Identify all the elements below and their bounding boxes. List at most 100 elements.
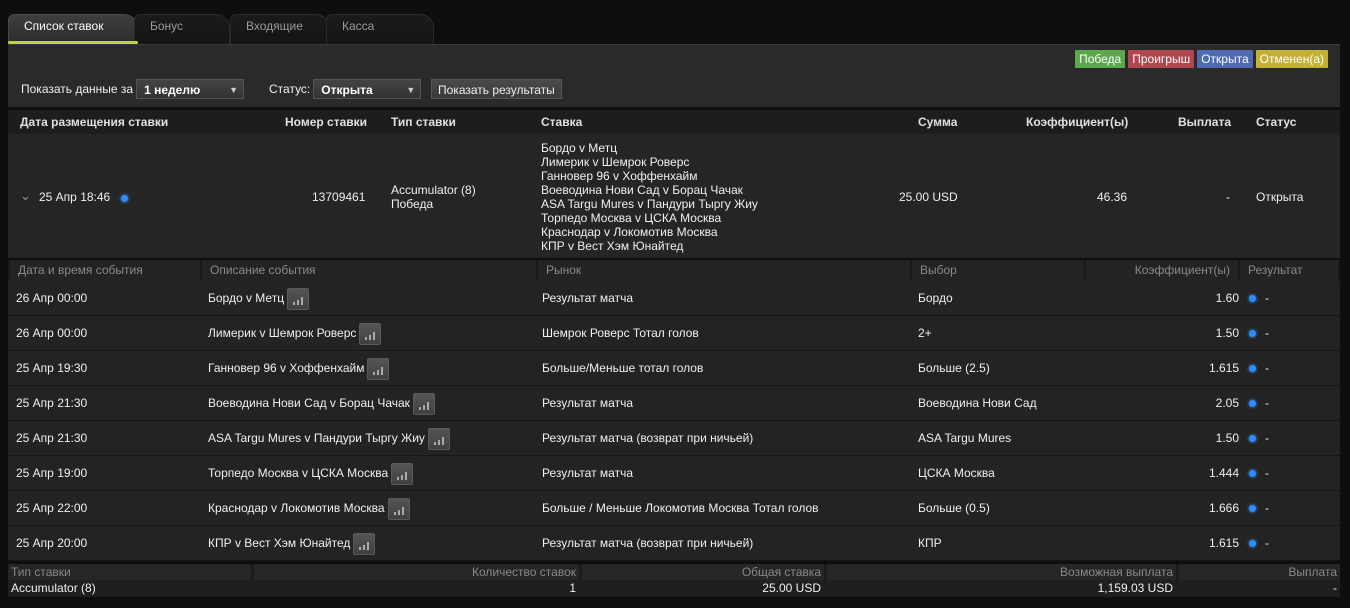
selection-pick: Воеводина Нови Сад xyxy=(918,396,1037,410)
summary-count: 1 xyxy=(569,581,576,595)
stats-bars-icon[interactable] xyxy=(367,357,390,380)
status-select-value: Открыта xyxy=(321,83,373,97)
status-dot-icon xyxy=(121,191,128,205)
selection-event: Воеводина Нови Сад v Борац Чачак xyxy=(208,386,435,420)
bet-events-list: Бордо v Метц Лимерик v Шемрок Роверс Ган… xyxy=(541,141,758,253)
selection-result: - xyxy=(1265,361,1269,375)
tab-bet-list[interactable]: Список ставок xyxy=(8,14,138,44)
sum-col-payout: Выплата xyxy=(1179,564,1340,580)
tab-label: Бонус xyxy=(150,19,184,33)
legend-lost: Проигрыш xyxy=(1128,50,1195,68)
bet-event: Воеводина Нови Сад v Борац Чачак xyxy=(541,183,743,197)
selection-pick: Больше (0.5) xyxy=(918,501,990,515)
dropdown-arrow-icon: ▼ xyxy=(406,85,416,95)
sum-col-possible: Возможная выплата xyxy=(827,564,1176,580)
stats-bars-icon[interactable] xyxy=(412,392,435,415)
bets-table-header: Дата размещения ставки Номер ставки Тип … xyxy=(8,110,1340,134)
selection-row: 25 Апр 19:30 Ганновер 96 v Хоффенхайм Бо… xyxy=(8,351,1340,386)
selection-pick: 2+ xyxy=(918,326,932,340)
stats-bars-icon[interactable] xyxy=(427,427,450,450)
selection-row: 25 Апр 21:30 ASA Targu Mures v Пандури Т… xyxy=(8,421,1340,456)
selection-row: 25 Апр 21:30 Воеводина Нови Сад v Борац … xyxy=(8,386,1340,421)
bet-event: Краснодар v Локомотив Москва xyxy=(541,225,718,239)
period-select-value: 1 неделю xyxy=(144,83,201,97)
stats-bars-icon[interactable] xyxy=(387,497,410,520)
selection-event: КПР v Вест Хэм Юнайтед xyxy=(208,526,376,560)
selection-event: Торпедо Москва v ЦСКА Москва xyxy=(208,456,414,490)
dropdown-arrow-icon: ▼ xyxy=(229,85,239,95)
selection-event: Ганновер 96 v Хоффенхайм xyxy=(208,351,390,385)
stats-bars-icon[interactable] xyxy=(391,462,414,485)
sum-col-total: Общая ставка xyxy=(582,564,824,580)
bet-event: Бордо v Метц xyxy=(541,141,618,155)
period-select[interactable]: 1 неделю ▼ xyxy=(136,79,245,99)
period-label: Показать данные за xyxy=(21,82,134,96)
col-pick: Выбор xyxy=(912,260,1084,281)
col-sel-odds: Коэффициент(ы) xyxy=(1086,260,1238,281)
status-select[interactable]: Открыта ▼ xyxy=(313,79,422,99)
col-market: Рынок xyxy=(538,260,910,281)
selection-odds: 1.615 xyxy=(1208,361,1239,375)
status-dot-icon xyxy=(1249,386,1256,420)
selection-date: 25 Апр 21:30 xyxy=(16,431,88,445)
sum-col-type: Тип ставки xyxy=(8,564,251,580)
summary-header: Тип ставки Количество ставок Общая ставк… xyxy=(8,564,1340,580)
col-odds: Коэффициент(ы) xyxy=(1026,115,1129,129)
col-sum: Сумма xyxy=(918,115,958,129)
tab-bar: Список ставок Бонус Входящие Касса xyxy=(8,14,1340,44)
bet-event: КПР v Вест Хэм Юнайтед xyxy=(541,239,684,253)
tab-label: Касса xyxy=(342,19,375,33)
status-dot-icon xyxy=(1249,351,1256,385)
bet-event: Торпедо Москва v ЦСКА Москва xyxy=(541,211,722,225)
bet-event: ASA Targu Mures v Пандури Тыргу Жиу xyxy=(541,197,758,211)
selection-market: Шемрок Роверс Тотал голов xyxy=(542,326,699,340)
show-results-button[interactable]: Показать результаты xyxy=(431,79,562,99)
status-dot-icon xyxy=(1249,421,1256,455)
col-bet-type: Тип ставки xyxy=(391,115,456,129)
bet-payout: - xyxy=(1226,190,1230,204)
selection-date: 25 Апр 19:00 xyxy=(16,466,88,480)
stats-bars-icon[interactable] xyxy=(353,532,376,555)
selection-event-name: Краснодар v Локомотив Москва xyxy=(208,501,385,515)
tab-inbox[interactable]: Входящие xyxy=(230,14,330,44)
col-bet-number: Номер ставки xyxy=(285,115,368,129)
tab-bonus[interactable]: Бонус xyxy=(134,14,230,44)
selection-date: 26 Апр 00:00 xyxy=(16,291,88,305)
col-result: Результат xyxy=(1240,260,1338,281)
selection-event-name: Бордо v Метц xyxy=(208,291,285,305)
bet-event: Лимерик v Шемрок Роверс xyxy=(541,155,690,169)
bet-type-sub: Победа xyxy=(391,197,434,211)
selection-event-name: Ганновер 96 v Хоффенхайм xyxy=(208,361,365,375)
bet-date: 25 Апр 18:46 xyxy=(39,190,111,204)
selection-row: 25 Апр 20:00 КПР v Вест Хэм Юнайтед Резу… xyxy=(8,526,1340,561)
selection-odds: 1.666 xyxy=(1208,501,1239,515)
selection-date: 25 Апр 22:00 xyxy=(16,501,88,515)
status-legend: Победа Проигрыш Открыта Отменен(а) xyxy=(1075,50,1328,68)
selection-event-name: Лимерик v Шемрок Роверс xyxy=(208,326,357,340)
status-dot-icon xyxy=(1249,491,1256,525)
stats-bars-icon[interactable] xyxy=(359,322,382,345)
selection-date: 25 Апр 21:30 xyxy=(16,396,88,410)
selection-result: - xyxy=(1265,396,1269,410)
status-dot-icon xyxy=(1249,526,1256,560)
selection-row: 25 Апр 22:00 Краснодар v Локомотив Москв… xyxy=(8,491,1340,526)
selection-date: 25 Апр 20:00 xyxy=(16,536,88,550)
selection-result: - xyxy=(1265,431,1269,445)
tab-cashier[interactable]: Касса xyxy=(326,14,434,44)
summary-type: Accumulator (8) xyxy=(11,581,96,595)
bet-status: Открыта xyxy=(1256,190,1304,204)
selection-row: 26 Апр 00:00 Бордо v Метц Результат матч… xyxy=(8,281,1340,316)
selection-pick: Больше (2.5) xyxy=(918,361,990,375)
bet-row[interactable]: ⌄ 25 Апр 18:46 13709461 Accumulator (8) … xyxy=(8,134,1340,258)
selection-event: Бордо v Метц xyxy=(208,281,310,315)
stats-bars-icon[interactable] xyxy=(287,287,310,310)
selection-row: 25 Апр 19:00 Торпедо Москва v ЦСКА Москв… xyxy=(8,456,1340,491)
selection-odds: 1.615 xyxy=(1208,536,1239,550)
status-dot-icon xyxy=(1249,281,1256,315)
selection-pick: Бордо xyxy=(918,291,953,305)
summary-total: 25.00 USD xyxy=(762,581,821,595)
legend-won: Победа xyxy=(1075,50,1126,68)
col-status: Статус xyxy=(1256,115,1297,129)
selection-pick: КПР xyxy=(918,536,942,550)
chevron-down-icon[interactable]: ⌄ xyxy=(20,188,31,204)
